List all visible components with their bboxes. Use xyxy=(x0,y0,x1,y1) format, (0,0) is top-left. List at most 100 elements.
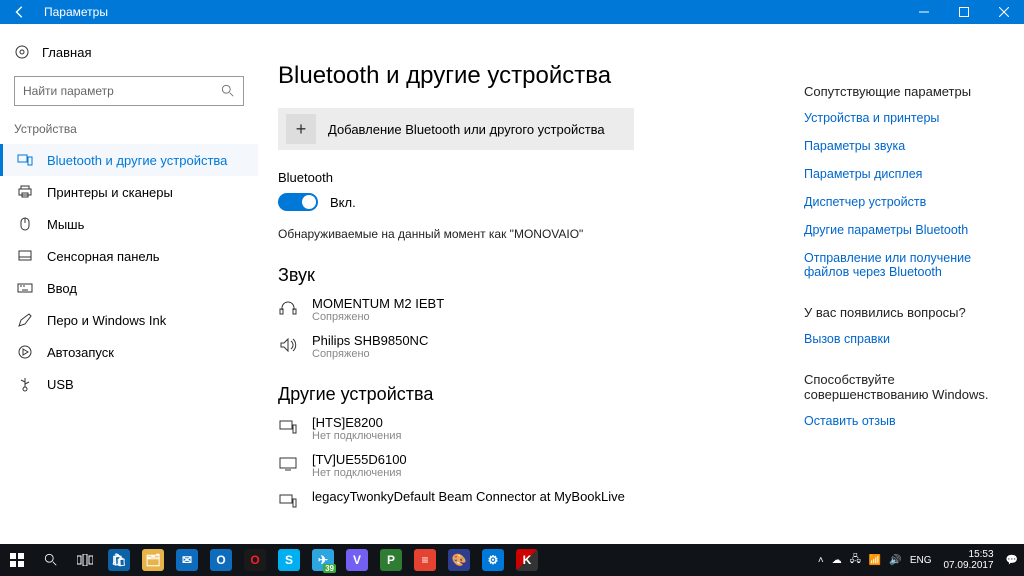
taskbar-app-outlook[interactable]: O xyxy=(204,544,238,576)
taskview-icon[interactable] xyxy=(68,544,102,576)
devices-icon xyxy=(17,152,33,168)
taskbar-app-telegram[interactable]: ✈39 xyxy=(306,544,340,576)
back-button[interactable] xyxy=(0,5,40,19)
system-tray[interactable]: ˄ ☁ 🖧 📶 🔊 xyxy=(818,552,902,569)
taskbar-app-explorer[interactable]: 🗂 xyxy=(136,544,170,576)
headset-icon xyxy=(278,298,298,318)
device-name: Philips SHB9850NC xyxy=(312,333,428,348)
pen-icon xyxy=(17,312,33,328)
questions-header: У вас появились вопросы? xyxy=(804,305,1006,320)
tv-icon xyxy=(278,454,298,474)
sidebar-item-autoplay[interactable]: Автозапуск xyxy=(0,336,258,368)
related-link[interactable]: Устройства и принтеры xyxy=(804,111,1006,125)
taskbar-app-mail[interactable]: ✉ xyxy=(170,544,204,576)
sidebar: Главная Найти параметр Устройства Blueto… xyxy=(0,24,258,544)
sidebar-item-mouse[interactable]: Мышь xyxy=(0,208,258,240)
tray-wifi-icon[interactable]: 📶 xyxy=(869,555,881,566)
taskbar-app-viber[interactable]: V xyxy=(340,544,374,576)
search-taskbar-icon[interactable] xyxy=(34,544,68,576)
close-button[interactable] xyxy=(984,0,1024,24)
usb-icon xyxy=(17,376,33,392)
tray-network-icon[interactable]: 🖧 xyxy=(850,552,861,569)
media-device-icon xyxy=(278,491,298,511)
taskbar-app-kaspersky[interactable]: K xyxy=(510,544,544,576)
autoplay-icon xyxy=(17,344,33,360)
speaker-icon xyxy=(278,335,298,355)
bluetooth-state: Вкл. xyxy=(330,195,356,210)
clock-time: 15:53 xyxy=(943,549,993,560)
telegram-badge: 39 xyxy=(323,564,336,573)
improve-header: Способствуйте совершенствованию Windows. xyxy=(804,372,1006,402)
help-link[interactable]: Вызов справки xyxy=(804,332,1006,346)
tray-language[interactable]: ENG xyxy=(910,555,932,566)
device-name: legacyTwonkyDefault Beam Connector at My… xyxy=(312,489,625,504)
bluetooth-label: Bluetooth xyxy=(278,170,772,185)
other-device[interactable]: legacyTwonkyDefault Beam Connector at My… xyxy=(278,489,772,511)
sidebar-item-usb[interactable]: USB xyxy=(0,368,258,400)
sidebar-group-label: Устройства xyxy=(0,122,258,144)
taskbar-app-paint[interactable]: 🎨 xyxy=(442,544,476,576)
sidebar-item-typing[interactable]: Ввод xyxy=(0,272,258,304)
sidebar-item-touchpad[interactable]: Сенсорная панель xyxy=(0,240,258,272)
sidebar-item-label: Мышь xyxy=(47,217,84,232)
search-input[interactable]: Найти параметр xyxy=(14,76,244,106)
maximize-button[interactable] xyxy=(944,0,984,24)
sidebar-item-label: Ввод xyxy=(47,281,77,296)
sidebar-item-bluetooth[interactable]: Bluetooth и другие устройства xyxy=(0,144,258,176)
home-label: Главная xyxy=(42,45,91,60)
sidebar-item-label: Принтеры и сканеры xyxy=(47,185,173,200)
minimize-button[interactable] xyxy=(904,0,944,24)
main-content: Bluetooth и другие устройства + Добавлен… xyxy=(258,24,792,544)
taskbar-app-todoist[interactable]: ≡ xyxy=(408,544,442,576)
taskbar-app-skype[interactable]: S xyxy=(272,544,306,576)
device-name: [HTS]E8200 xyxy=(312,415,401,430)
tray-volume-icon[interactable]: 🔊 xyxy=(889,555,901,566)
audio-header: Звук xyxy=(278,265,772,286)
taskbar-app-settings[interactable]: ⚙ xyxy=(476,544,510,576)
add-device-label: Добавление Bluetooth или другого устройс… xyxy=(328,122,605,137)
start-button[interactable] xyxy=(0,544,34,576)
search-icon xyxy=(221,84,235,98)
sidebar-item-pen[interactable]: Перо и Windows Ink xyxy=(0,304,258,336)
tray-onedrive-icon[interactable]: ☁ xyxy=(832,555,842,566)
taskbar-app-opera[interactable]: O xyxy=(238,544,272,576)
keyboard-icon xyxy=(17,280,33,296)
action-center-icon[interactable]: 💬 xyxy=(1006,555,1018,566)
media-device-icon xyxy=(278,417,298,437)
taskbar-app-store[interactable]: 🛍 xyxy=(102,544,136,576)
audio-device[interactable]: Philips SHB9850NC Сопряжено xyxy=(278,333,772,360)
related-link[interactable]: Параметры дисплея xyxy=(804,167,1006,181)
related-link[interactable]: Диспетчер устройств xyxy=(804,195,1006,209)
sidebar-item-label: Автозапуск xyxy=(47,345,114,360)
related-link[interactable]: Параметры звука xyxy=(804,139,1006,153)
sidebar-item-printers[interactable]: Принтеры и сканеры xyxy=(0,176,258,208)
add-device-button[interactable]: + Добавление Bluetooth или другого устро… xyxy=(278,108,634,150)
touchpad-icon xyxy=(17,248,33,264)
taskbar-app-green[interactable]: P xyxy=(374,544,408,576)
audio-device[interactable]: MOMENTUM M2 IEBT Сопряжено xyxy=(278,296,772,323)
device-name: [TV]UE55D6100 xyxy=(312,452,407,467)
related-header: Сопутствующие параметры xyxy=(804,84,1006,99)
related-link[interactable]: Другие параметры Bluetooth xyxy=(804,223,1006,237)
device-status: Нет подключения xyxy=(312,467,407,479)
bluetooth-toggle[interactable] xyxy=(278,193,318,211)
home-link[interactable]: Главная xyxy=(0,38,258,66)
other-device[interactable]: [TV]UE55D6100 Нет подключения xyxy=(278,452,772,479)
other-device[interactable]: [HTS]E8200 Нет подключения xyxy=(278,415,772,442)
taskbar-clock[interactable]: 15:53 07.09.2017 xyxy=(939,549,997,571)
page-title: Bluetooth и другие устройства xyxy=(278,62,772,90)
tray-chevron-icon[interactable]: ˄ xyxy=(818,555,824,566)
mouse-icon xyxy=(17,216,33,232)
device-status: Нет подключения xyxy=(312,430,401,442)
printer-icon xyxy=(17,184,33,200)
discoverable-text: Обнаруживаемые на данный момент как "MON… xyxy=(278,227,772,241)
window-titlebar: Параметры xyxy=(0,0,1024,24)
feedback-link[interactable]: Оставить отзыв xyxy=(804,414,1006,428)
window-title: Параметры xyxy=(40,5,904,19)
sidebar-item-label: Перо и Windows Ink xyxy=(47,313,166,328)
device-name: MOMENTUM M2 IEBT xyxy=(312,296,444,311)
other-header: Другие устройства xyxy=(278,384,772,405)
related-link[interactable]: Отправление или получение файлов через B… xyxy=(804,251,1006,279)
sidebar-item-label: Bluetooth и другие устройства xyxy=(47,153,227,168)
plus-icon: + xyxy=(286,114,316,144)
